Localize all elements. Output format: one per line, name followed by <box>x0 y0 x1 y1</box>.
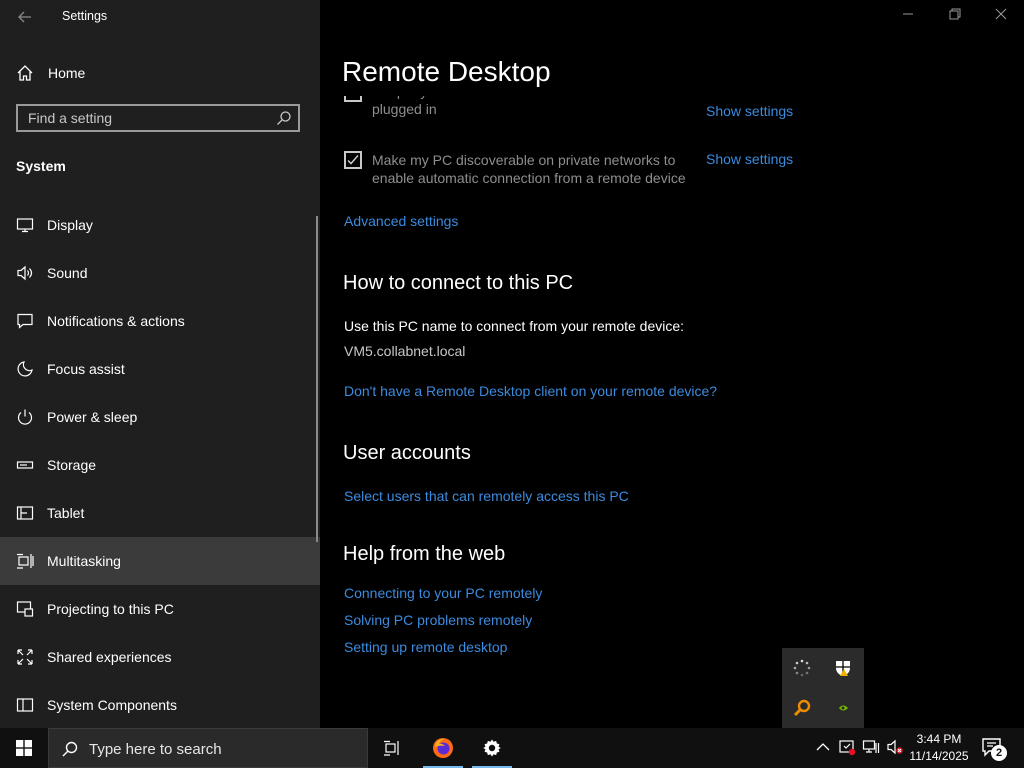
search-icon <box>62 741 78 757</box>
pc-name-value: VM5.collabnet.local <box>344 343 466 359</box>
security-shield-warning-icon[interactable] <box>833 658 853 678</box>
tray-overflow-popup <box>782 648 864 728</box>
tablet-icon <box>16 506 34 520</box>
sidebar-item-label: Focus assist <box>47 361 125 377</box>
help-link-solving[interactable]: Solving PC problems remotely <box>344 612 532 628</box>
action-center-button[interactable]: 2 <box>978 736 1008 761</box>
settings-taskbar-button[interactable] <box>468 728 516 768</box>
main-content: Remote Desktop Keep my PC awake for conn… <box>320 0 1024 728</box>
sidebar-item-tablet[interactable]: Tablet <box>0 489 320 537</box>
sidebar-item-label: Home <box>48 65 86 81</box>
volume-muted-icon[interactable] <box>886 738 904 756</box>
keep-awake-checkbox[interactable] <box>344 96 362 102</box>
discoverable-checkbox[interactable] <box>344 151 362 169</box>
connect-instruction: Use this PC name to connect from your re… <box>344 318 685 334</box>
minimize-icon <box>903 13 913 15</box>
back-button[interactable] <box>14 6 36 28</box>
start-button[interactable] <box>0 728 48 768</box>
orange-search-icon[interactable] <box>792 698 812 718</box>
notifications-icon <box>17 313 33 329</box>
firefox-taskbar-button[interactable] <box>419 728 467 768</box>
projecting-icon <box>16 601 34 617</box>
taskbar-search-placeholder: Type here to search <box>89 741 222 758</box>
sidebar-item-projecting[interactable]: Projecting to this PC <box>0 585 320 633</box>
storage-icon <box>16 461 34 469</box>
sidebar-item-label: Shared experiences <box>47 649 172 665</box>
sidebar-item-label: Display <box>47 217 93 233</box>
sidebar-item-label: Storage <box>47 457 97 473</box>
sidebar-item-label: Multitasking <box>47 553 121 569</box>
task-view-button[interactable] <box>368 728 416 768</box>
sidebar-item-system-components[interactable]: System Components <box>0 681 320 729</box>
sidebar-item-label: Sound <box>47 265 88 281</box>
taskbar: Type here to search 3:44 PM 11/14/2025 2 <box>0 728 1024 768</box>
firefox-icon <box>433 738 453 758</box>
minimize-button[interactable] <box>885 0 931 32</box>
select-users-link[interactable]: Select users that can remotely access th… <box>344 488 629 504</box>
notification-count-badge: 2 <box>991 745 1007 761</box>
sidebar-item-notifications[interactable]: Notifications & actions <box>0 297 320 345</box>
sidebar-item-label: Projecting to this PC <box>47 601 174 617</box>
security-center-icon[interactable] <box>838 738 856 756</box>
keep-awake-show-settings-link[interactable]: Show settings <box>706 103 793 119</box>
sidebar-item-label: Tablet <box>47 505 85 521</box>
connect-heading: How to connect to this PC <box>343 272 574 294</box>
section-title-system: System <box>16 158 66 174</box>
shared-experiences-icon <box>17 649 33 665</box>
gear-icon <box>483 739 501 757</box>
task-view-icon <box>384 740 399 756</box>
power-icon <box>17 409 33 425</box>
moon-icon <box>17 361 33 377</box>
restore-icon <box>949 8 961 20</box>
sidebar-item-sound[interactable]: Sound <box>0 249 320 297</box>
page-title: Remote Desktop <box>342 56 551 87</box>
remote-client-link[interactable]: Don't have a Remote Desktop client on yo… <box>344 383 717 399</box>
close-button[interactable] <box>978 0 1024 32</box>
app-title: Settings <box>62 9 108 23</box>
search-icon[interactable] <box>276 110 292 126</box>
sidebar-item-shared-experiences[interactable]: Shared experiences <box>0 633 320 681</box>
display-icon <box>16 218 34 233</box>
sidebar-item-label: Notifications & actions <box>47 313 185 329</box>
clock[interactable]: 3:44 PM 11/14/2025 <box>906 731 972 765</box>
sidebar-item-label: System Components <box>47 697 177 713</box>
clock-time: 3:44 PM <box>916 732 962 746</box>
help-link-setup[interactable]: Setting up remote desktop <box>344 639 507 655</box>
chevron-up-icon[interactable] <box>814 738 832 756</box>
sidebar-item-label: Power & sleep <box>47 409 138 425</box>
nvidia-icon[interactable] <box>833 698 853 718</box>
user-accounts-heading: User accounts <box>343 442 471 464</box>
windows-logo-icon <box>16 740 32 756</box>
sidebar-item-power-sleep[interactable]: Power & sleep <box>0 393 320 441</box>
sidebar-scrollbar[interactable] <box>316 216 318 542</box>
taskbar-search-box[interactable]: Type here to search <box>48 728 368 768</box>
sidebar-item-storage[interactable]: Storage <box>0 441 320 489</box>
loading-spinner-icon[interactable] <box>792 658 812 678</box>
discoverable-show-settings-link[interactable]: Show settings <box>706 151 793 167</box>
system-components-icon <box>16 698 34 712</box>
clock-date: 11/14/2025 <box>909 749 969 763</box>
find-setting-search[interactable] <box>16 104 300 132</box>
multitasking-icon <box>17 553 34 569</box>
sidebar-item-home[interactable]: Home <box>0 58 320 88</box>
sidebar-item-focus-assist[interactable]: Focus assist <box>0 345 320 393</box>
sidebar-item-multitasking[interactable]: Multitasking <box>0 537 320 585</box>
scroll-region: Keep my PC awake for connections when it… <box>320 96 1024 728</box>
network-icon[interactable] <box>862 738 880 756</box>
keep-awake-label: Keep my PC awake for connections when it… <box>372 96 656 117</box>
help-link-connecting[interactable]: Connecting to your PC remotely <box>344 585 542 601</box>
find-setting-input[interactable] <box>18 106 278 130</box>
settings-sidebar: Settings Home System Display Sound Notif… <box>0 0 320 728</box>
restore-button[interactable] <box>932 0 978 32</box>
checkmark-icon <box>347 155 359 165</box>
close-icon <box>995 8 1007 20</box>
back-arrow-icon <box>18 11 31 23</box>
advanced-settings-link[interactable]: Advanced settings <box>344 213 458 229</box>
home-icon <box>17 65 33 81</box>
sidebar-item-display[interactable]: Display <box>0 201 320 249</box>
help-heading: Help from the web <box>343 543 506 565</box>
discoverable-label: Make my PC discoverable on private netwo… <box>372 152 686 186</box>
sound-icon <box>17 265 33 281</box>
